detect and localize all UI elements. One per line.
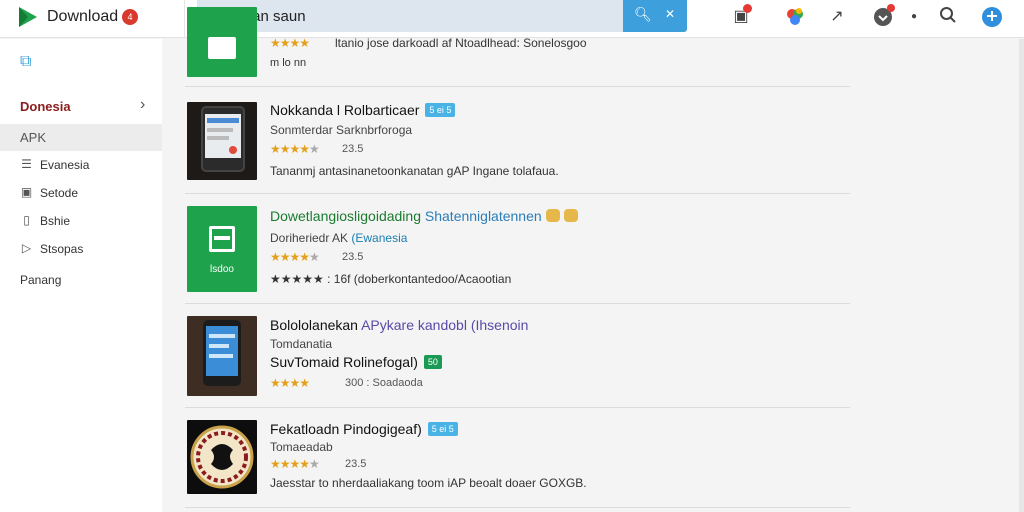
search-icon-top[interactable]	[937, 6, 959, 28]
search-bar: A≠ 🔍︎ ✕	[197, 0, 687, 32]
app-developer: Tomaeadab	[270, 440, 333, 454]
rating-stars: ★★★★	[270, 376, 310, 390]
emoji-icon	[563, 209, 578, 222]
app-subtitle: SuvTomaid Rolinefogal) 50	[270, 354, 442, 370]
app-description: Tananmj antasinanetoonkanatan gAP Ingane…	[270, 164, 559, 178]
sidebar-item-stsopas[interactable]: ▷ Stsopas	[0, 237, 162, 263]
play-icon: ▷	[21, 241, 32, 255]
search-button[interactable]: 🔍︎ ✕	[623, 0, 687, 32]
app-thumbnail[interactable]: lsdoo	[187, 206, 257, 292]
sidebar-footer-label[interactable]: Panang	[20, 273, 61, 287]
app-meta: m lo nn	[270, 57, 307, 69]
app-title[interactable]: Nokkanda l Rolbarticaer 5 ei 5	[270, 102, 456, 118]
rating-count: 23.5	[342, 143, 364, 155]
app-thumbnail[interactable]	[187, 102, 257, 180]
chevron-right-icon: ›	[140, 96, 146, 113]
list-item[interactable]: ★★★★ ltanio jose darkoadl af Ntoadlhead:…	[185, 7, 850, 87]
notification-badge	[887, 4, 895, 12]
rating-count: 23.5	[342, 251, 364, 263]
rating-count: 300 : Soadaoda	[345, 377, 423, 389]
header-divider	[184, 0, 185, 38]
brand-title[interactable]: Download	[47, 8, 118, 26]
sidebar-item-label: Stsopas	[40, 242, 84, 256]
app-badge: 5 ei 5	[427, 422, 458, 436]
search-input[interactable]	[228, 0, 608, 32]
rating-stars: ★★★★	[270, 36, 310, 50]
sidebar-item-label: APK	[20, 130, 47, 145]
app-thumbnail[interactable]	[187, 7, 257, 77]
app-list: ★★★★ ltanio jose darkoadl af Ntoadlhead:…	[170, 7, 1020, 512]
store-badge	[743, 4, 752, 13]
app-title[interactable]: Bolololanekan APykare kandobl (Ihsenoin	[270, 317, 528, 333]
app-developer: Sonmterdar Sarknbrforoga	[270, 123, 413, 137]
list-item[interactable]: lsdoo Dowetlangiosligoidading Shatennigl…	[185, 194, 850, 304]
translate-icon[interactable]: ↗	[826, 6, 848, 28]
app-description: ★★★★★ : 16f (doberkontantedoo/Acaootian	[270, 272, 512, 286]
list-item[interactable]: Bolololanekan APykare kandobl (Ihsenoin …	[185, 304, 850, 408]
download-icon[interactable]	[981, 6, 1003, 28]
app-thumbnail[interactable]	[187, 316, 257, 396]
list-icon: ☰	[21, 157, 32, 171]
app-description: Jaesstar to nherdaaliakang toom iAP beoa…	[270, 476, 587, 490]
sidebar-item-label: Evanesia	[40, 158, 90, 172]
app-developer: Tomdanatia	[270, 337, 333, 351]
scrollbar[interactable]	[1019, 39, 1024, 512]
home-icon[interactable]: ⧉	[20, 53, 31, 71]
sidebar-item-apk[interactable]: APK	[0, 124, 162, 151]
app-developer: Doriheriedr AK (Ewanesia	[270, 231, 408, 245]
close-icon[interactable]: ✕	[665, 7, 675, 21]
top-bar: Download 4 A≠ 🔍︎ ✕ ▣ ↗ ●	[0, 0, 1024, 38]
rating-stars: ★★★★★	[270, 142, 320, 156]
sidebar: ⧉ Donesia › APK ☰ Evanesia ▣ Setode ▯ Bs…	[0, 39, 162, 512]
file-icon: ▯	[23, 213, 30, 227]
list-item[interactable]: Nokkanda l Rolbarticaer 5 ei 5 Sonmterdar…	[185, 87, 850, 194]
sidebar-section-label: Donesia	[20, 99, 71, 114]
app-title[interactable]: Fekatloadn Pindogigeaf) 5 ei 5	[270, 421, 458, 437]
app-description: ltanio jose darkoadl af Ntoadlhead: Sone…	[335, 36, 587, 50]
emoji-icon	[545, 209, 560, 222]
play-logo-icon[interactable]	[16, 5, 40, 29]
sidebar-item-label: Bshie	[40, 214, 71, 228]
app-badge: 5 ei 5	[425, 103, 456, 117]
search-icon: 🔍︎	[634, 6, 652, 22]
rating-stars: ★★★★★	[270, 250, 320, 264]
brand-badge: 4	[122, 9, 138, 25]
sidebar-item-evanesia[interactable]: ☰ Evanesia	[0, 153, 162, 179]
app-title[interactable]: Dowetlangiosligoidading Shatenniglatenne…	[270, 208, 578, 224]
sidebar-item-label: Setode	[40, 186, 79, 200]
thumbnail-label: lsdoo	[210, 264, 234, 275]
rating-count: 23.5	[345, 458, 367, 470]
app-thumbnail[interactable]	[187, 420, 257, 494]
app-badge: 50	[423, 355, 442, 369]
sidebar-item-bshie[interactable]: ▯ Bshie	[0, 209, 162, 235]
dot-icon[interactable]: ●	[903, 6, 925, 28]
list-item[interactable]: Fekatloadn Pindogigeaf) 5 ei 5 Tomaeadab …	[185, 408, 850, 508]
settings-box-icon: ▣	[20, 185, 33, 199]
sidebar-item-setode[interactable]: ▣ Setode	[0, 181, 162, 207]
apps-icon[interactable]	[784, 6, 806, 28]
rating-stars: ★★★★★	[270, 457, 320, 471]
sidebar-section-header[interactable]: Donesia ›	[0, 93, 162, 121]
